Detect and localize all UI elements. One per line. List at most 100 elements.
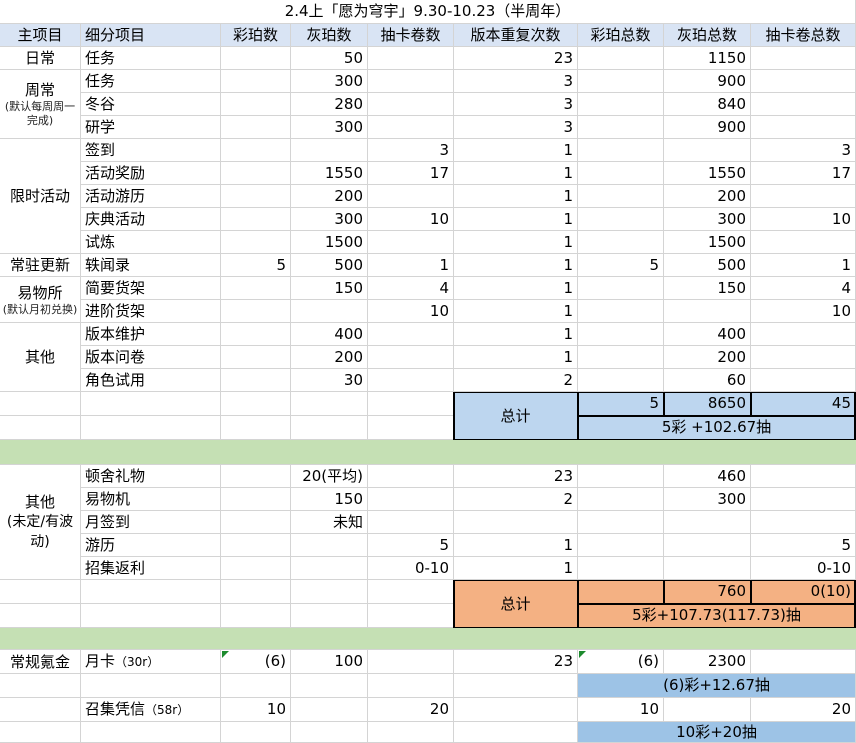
gray-amber-cell[interactable]: 300 xyxy=(291,116,368,139)
total-color-amber[interactable] xyxy=(578,580,664,604)
total-summary[interactable]: 5彩 +102.67抽 xyxy=(578,416,856,440)
item-name-cell[interactable]: 任务 xyxy=(81,70,221,93)
total-color-cell[interactable] xyxy=(578,465,664,488)
header-tickets[interactable]: 抽卡卷数 xyxy=(368,24,454,47)
item-name-cell[interactable]: 试炼 xyxy=(81,231,221,254)
header-total-gray[interactable]: 灰珀总数 xyxy=(664,24,751,47)
total-color-cell[interactable] xyxy=(578,534,664,557)
total-gray-cell[interactable]: 500 xyxy=(664,254,751,277)
total-tickets[interactable]: 45 xyxy=(751,392,856,416)
tickets-cell[interactable]: 10 xyxy=(368,208,454,231)
total-color-cell[interactable] xyxy=(578,70,664,93)
tickets-cell[interactable] xyxy=(368,650,454,674)
total-gray-cell[interactable] xyxy=(664,511,751,534)
cell[interactable] xyxy=(0,604,81,628)
total-tickets-cell[interactable] xyxy=(751,650,856,674)
color-amber-cell[interactable] xyxy=(221,139,291,162)
header-color-amber[interactable]: 彩珀数 xyxy=(221,24,291,47)
tickets-cell[interactable] xyxy=(368,70,454,93)
total-gray-cell[interactable]: 1150 xyxy=(664,47,751,70)
total-tickets-cell[interactable] xyxy=(751,488,856,511)
cell[interactable] xyxy=(221,416,291,440)
total-label[interactable]: 总计 xyxy=(454,580,578,628)
total-tickets-cell[interactable]: 17 xyxy=(751,162,856,185)
total-tickets-cell[interactable]: 10 xyxy=(751,300,856,323)
cell[interactable] xyxy=(368,674,454,698)
total-gray-cell[interactable]: 900 xyxy=(664,116,751,139)
color-amber-cell[interactable] xyxy=(221,93,291,116)
gray-amber-cell[interactable]: 20(平均) xyxy=(291,465,368,488)
header-total-tickets[interactable]: 抽卡卷总数 xyxy=(751,24,856,47)
gray-amber-cell[interactable]: 30 xyxy=(291,369,368,392)
total-tickets-cell[interactable]: 5 xyxy=(751,534,856,557)
total-color-cell[interactable] xyxy=(578,162,664,185)
total-tickets-cell[interactable] xyxy=(751,346,856,369)
category-weekly[interactable]: 周常 (默认每周周一完成) xyxy=(0,70,81,139)
cell[interactable] xyxy=(0,580,81,604)
total-color-amber[interactable]: 5 xyxy=(578,392,664,416)
total-tickets-cell[interactable]: 4 xyxy=(751,277,856,300)
repeat-cell[interactable]: 1 xyxy=(454,139,578,162)
item-name-cell[interactable]: 易物机 xyxy=(81,488,221,511)
cell[interactable] xyxy=(81,674,221,698)
category-shop[interactable]: 易物所 (默认月初兑换) xyxy=(0,277,81,323)
tickets-cell[interactable]: 3 xyxy=(368,139,454,162)
color-amber-cell[interactable]: 10 xyxy=(221,698,291,722)
gray-amber-cell[interactable]: 300 xyxy=(291,208,368,231)
tickets-cell[interactable] xyxy=(368,346,454,369)
repeat-cell[interactable]: 23 xyxy=(454,465,578,488)
cell[interactable] xyxy=(221,392,291,416)
gray-amber-cell[interactable]: 280 xyxy=(291,93,368,116)
category-daily[interactable]: 日常 xyxy=(0,47,81,70)
total-gray-cell[interactable]: 840 xyxy=(664,93,751,116)
repeat-cell[interactable] xyxy=(454,698,578,722)
color-amber-cell[interactable] xyxy=(221,231,291,254)
repeat-cell[interactable]: 1 xyxy=(454,162,578,185)
header-total-color[interactable]: 彩珀总数 xyxy=(578,24,664,47)
gray-amber-cell[interactable]: 150 xyxy=(291,488,368,511)
total-color-cell[interactable]: (6) xyxy=(578,650,664,674)
tickets-cell[interactable] xyxy=(368,47,454,70)
tickets-cell[interactable] xyxy=(368,369,454,392)
total-color-cell[interactable] xyxy=(578,116,664,139)
repeat-cell[interactable]: 23 xyxy=(454,47,578,70)
item-name-cell[interactable]: 庆典活动 xyxy=(81,208,221,231)
cell[interactable] xyxy=(291,580,368,604)
color-amber-cell[interactable]: (6) xyxy=(221,650,291,674)
repeat-cell[interactable]: 1 xyxy=(454,185,578,208)
item-name-cell[interactable]: 顿舍礼物 xyxy=(81,465,221,488)
total-color-cell[interactable]: 5 xyxy=(578,254,664,277)
total-tickets-cell[interactable] xyxy=(751,70,856,93)
total-gray-cell[interactable] xyxy=(664,534,751,557)
color-amber-cell[interactable] xyxy=(221,47,291,70)
total-tickets-cell[interactable]: 0-10 xyxy=(751,557,856,580)
cell[interactable] xyxy=(291,674,368,698)
total-gray-amber[interactable]: 8650 xyxy=(664,392,751,416)
total-summary[interactable]: 5彩+107.73(117.73)抽 xyxy=(578,604,856,628)
item-name-cell[interactable]: 签到 xyxy=(81,139,221,162)
item-name-cell[interactable]: 月卡（30r） xyxy=(81,650,221,674)
repeat-cell[interactable]: 1 xyxy=(454,254,578,277)
header-repeat[interactable]: 版本重复次数 xyxy=(454,24,578,47)
total-gray-cell[interactable]: 1500 xyxy=(664,231,751,254)
item-name-cell[interactable]: 活动奖励 xyxy=(81,162,221,185)
color-amber-cell[interactable] xyxy=(221,488,291,511)
item-name-cell[interactable]: 任务 xyxy=(81,47,221,70)
gray-amber-cell[interactable]: 200 xyxy=(291,346,368,369)
total-color-cell[interactable]: 10 xyxy=(578,698,664,722)
total-gray-cell[interactable]: 60 xyxy=(664,369,751,392)
total-gray-cell[interactable]: 2300 xyxy=(664,650,751,674)
cell[interactable] xyxy=(291,604,368,628)
tickets-cell[interactable] xyxy=(368,116,454,139)
tickets-cell[interactable] xyxy=(368,231,454,254)
category-other-variable[interactable]: 其他 (未定/有波动) xyxy=(0,465,81,580)
gray-amber-cell[interactable]: 300 xyxy=(291,70,368,93)
color-amber-cell[interactable] xyxy=(221,300,291,323)
cell[interactable] xyxy=(81,580,221,604)
total-color-cell[interactable] xyxy=(578,277,664,300)
total-color-cell[interactable] xyxy=(578,47,664,70)
gray-amber-cell[interactable] xyxy=(291,139,368,162)
repeat-cell[interactable]: 1 xyxy=(454,300,578,323)
total-gray-amber[interactable]: 760 xyxy=(664,580,751,604)
cell[interactable] xyxy=(81,416,221,440)
